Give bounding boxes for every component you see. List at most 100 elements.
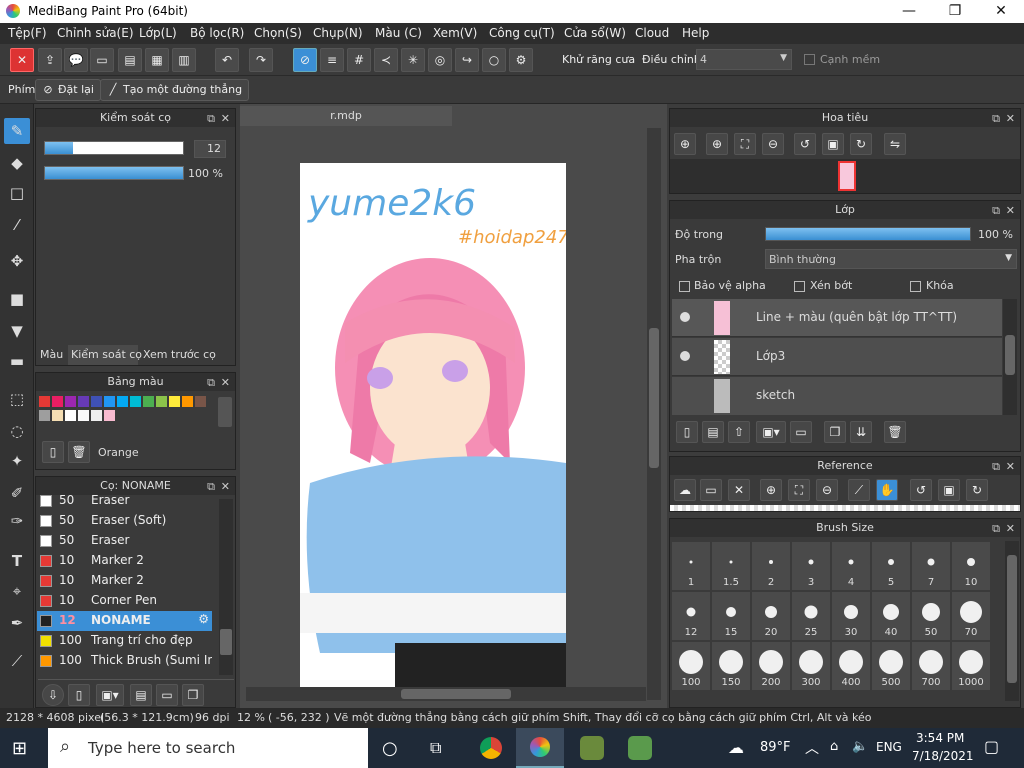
brush-size-option[interactable]: 20 xyxy=(751,591,791,641)
new-brush-icon[interactable]: ▯ xyxy=(68,684,90,706)
protect-alpha-checkbox[interactable] xyxy=(679,281,690,292)
list-item[interactable]: 50 Eraser xyxy=(37,531,212,551)
rotate-right-icon[interactable]: ↻ xyxy=(850,133,872,155)
brush-size-option[interactable]: 7 xyxy=(911,541,951,591)
tab-brush-preview[interactable]: Xem trước cọ xyxy=(140,345,236,365)
menu-help[interactable]: Help xyxy=(682,26,709,40)
eraser-tool-icon[interactable]: ◆ xyxy=(4,150,30,176)
document-tab[interactable]: r.mdp xyxy=(240,106,452,126)
settings-icon[interactable]: ⚙ xyxy=(509,48,533,72)
fit-window-icon[interactable]: ⛶ xyxy=(734,133,756,155)
palette-swatch[interactable] xyxy=(39,396,50,407)
list-item[interactable]: 10 Corner Pen xyxy=(37,591,212,611)
menu-window[interactable]: Cửa sổ(W) xyxy=(564,26,626,40)
duplicate-layer-icon[interactable]: ❐ xyxy=(824,421,846,443)
minimize-button[interactable]: — xyxy=(886,0,932,23)
volume-icon[interactable]: 🔈 xyxy=(852,739,868,754)
actual-size-icon[interactable]: ▣ xyxy=(938,479,960,501)
soft-edge-checkbox[interactable] xyxy=(804,54,815,65)
brush-size-option[interactable]: 100 xyxy=(671,641,711,691)
straight-line-button[interactable]: ╱ Tạo một đường thẳng xyxy=(100,79,250,101)
hand-icon[interactable]: ✋ xyxy=(876,479,898,501)
menu-capture[interactable]: Chụp(N) xyxy=(313,26,363,40)
brush-size-scrollbar[interactable] xyxy=(1005,541,1019,701)
text-tool-icon[interactable]: T xyxy=(4,548,30,574)
new-layer-icon[interactable]: ▯ xyxy=(676,421,698,443)
ellipse-snap-icon[interactable]: ○ xyxy=(482,48,506,72)
medibang-taskbar-item[interactable] xyxy=(516,728,564,768)
radial-snap-icon[interactable]: ✳ xyxy=(401,48,425,72)
cloud-download-icon[interactable]: ⇩ xyxy=(42,684,64,706)
panel-close-icon[interactable]: ✕ xyxy=(1006,520,1015,538)
network-icon[interactable]: ⌂ xyxy=(830,739,838,754)
windows-start-icon[interactable]: ⊞ xyxy=(12,738,27,759)
app-icon[interactable] xyxy=(580,736,604,760)
rotate-right-icon[interactable]: ↻ xyxy=(966,479,988,501)
close-reference-icon[interactable]: ✕ xyxy=(728,479,750,501)
brush-size-option[interactable]: 25 xyxy=(791,591,831,641)
vertical-scrollbar[interactable] xyxy=(647,128,661,700)
clipping-checkbox[interactable] xyxy=(794,281,805,292)
zoom-fit-icon[interactable]: ⊕ xyxy=(674,133,696,155)
artwork-canvas[interactable]: yume2k6 #hoidap247 xyxy=(300,163,566,687)
move-tool-icon[interactable]: ✥ xyxy=(4,248,30,274)
rectangle-tool-icon[interactable]: □ xyxy=(4,180,30,206)
flip-icon[interactable]: ⇋ xyxy=(884,133,906,155)
clock-time[interactable]: 3:54 PM xyxy=(916,731,964,745)
select-eraser-icon[interactable]: ✑ xyxy=(4,508,30,534)
operation-tool-icon[interactable]: ⌖ xyxy=(4,578,30,604)
menu-tools[interactable]: Công cụ(T) xyxy=(489,26,555,40)
brush-size-option[interactable]: 30 xyxy=(831,591,871,641)
list-item[interactable]: 100 Trang trí cho đẹp xyxy=(37,631,212,651)
panel-close-icon[interactable]: ✕ xyxy=(221,110,230,128)
brush-size-option[interactable]: 3 xyxy=(791,541,831,591)
horizontal-scrollbar[interactable] xyxy=(246,687,646,701)
palette-swatch[interactable] xyxy=(78,396,89,407)
share-icon[interactable]: ⇪ xyxy=(38,48,62,72)
list-item[interactable]: 100 Thick Brush (Sumi Ink) xyxy=(37,651,212,671)
list-item[interactable]: 10 Marker 2 xyxy=(37,551,212,571)
brush-size-option[interactable]: 400 xyxy=(831,641,871,691)
select-rect-icon[interactable]: ⬚ xyxy=(4,386,30,412)
brush-size-option[interactable]: 500 xyxy=(871,641,911,691)
add-layer-menu-icon[interactable]: ▣▾ xyxy=(756,421,786,443)
menu-view[interactable]: Xem(V) xyxy=(433,26,477,40)
menu-file[interactable]: Tệp(F) xyxy=(8,26,47,40)
panel-close-icon[interactable]: ✕ xyxy=(221,374,230,392)
merge-layer-icon[interactable]: ⇊ xyxy=(850,421,872,443)
layer-opacity-slider[interactable] xyxy=(765,227,971,241)
search-box[interactable]: ⌕ Type here to search xyxy=(48,728,368,768)
brush-size-option[interactable]: 5 xyxy=(871,541,911,591)
chrome-icon[interactable] xyxy=(480,737,502,759)
add-brush-menu-icon[interactable]: ▣▾ xyxy=(96,684,124,706)
brush-size-option[interactable]: 50 xyxy=(911,591,951,641)
comment-icon[interactable]: 💬 xyxy=(64,48,88,72)
palette-scrollbar[interactable] xyxy=(218,397,232,427)
menu-cloud[interactable]: Cloud xyxy=(635,26,669,40)
open-folder-icon[interactable]: ▭ xyxy=(700,479,722,501)
undock-icon[interactable]: ⧉ xyxy=(207,374,215,392)
maximize-button[interactable]: ❐ xyxy=(932,0,978,23)
brush-size-option[interactable]: 200 xyxy=(751,641,791,691)
delete-layer-icon[interactable]: 🗑 xyxy=(884,421,906,443)
brush-opacity-slider[interactable] xyxy=(44,166,184,180)
undock-icon[interactable]: ⧉ xyxy=(992,110,1000,128)
menu-layer[interactable]: Lớp(L) xyxy=(139,26,177,40)
palette-swatch[interactable] xyxy=(91,396,102,407)
palette-swatch[interactable] xyxy=(143,396,154,407)
list-item-selected[interactable]: 12 NONAME ⚙ xyxy=(37,611,212,631)
cortana-icon[interactable]: ○ xyxy=(382,738,398,759)
palette-swatch[interactable] xyxy=(104,396,115,407)
close-doc-icon[interactable]: ✕ xyxy=(10,48,34,72)
parallel-snap-icon[interactable]: ≡ xyxy=(320,48,344,72)
curve-snap-icon[interactable]: ↪ xyxy=(455,48,479,72)
reset-button[interactable]: ⊘ Đặt lại xyxy=(35,79,101,101)
brush-size-option[interactable]: 300 xyxy=(791,641,831,691)
panel-close-icon[interactable]: ✕ xyxy=(221,478,230,496)
palette-swatch[interactable] xyxy=(65,396,76,407)
palette-swatch[interactable] xyxy=(156,396,167,407)
zoom-out-icon[interactable]: ⊖ xyxy=(816,479,838,501)
new-halftone-layer-icon[interactable]: ▤ xyxy=(702,421,724,443)
palette-swatch[interactable] xyxy=(39,410,50,421)
palette-swatch[interactable] xyxy=(91,410,102,421)
